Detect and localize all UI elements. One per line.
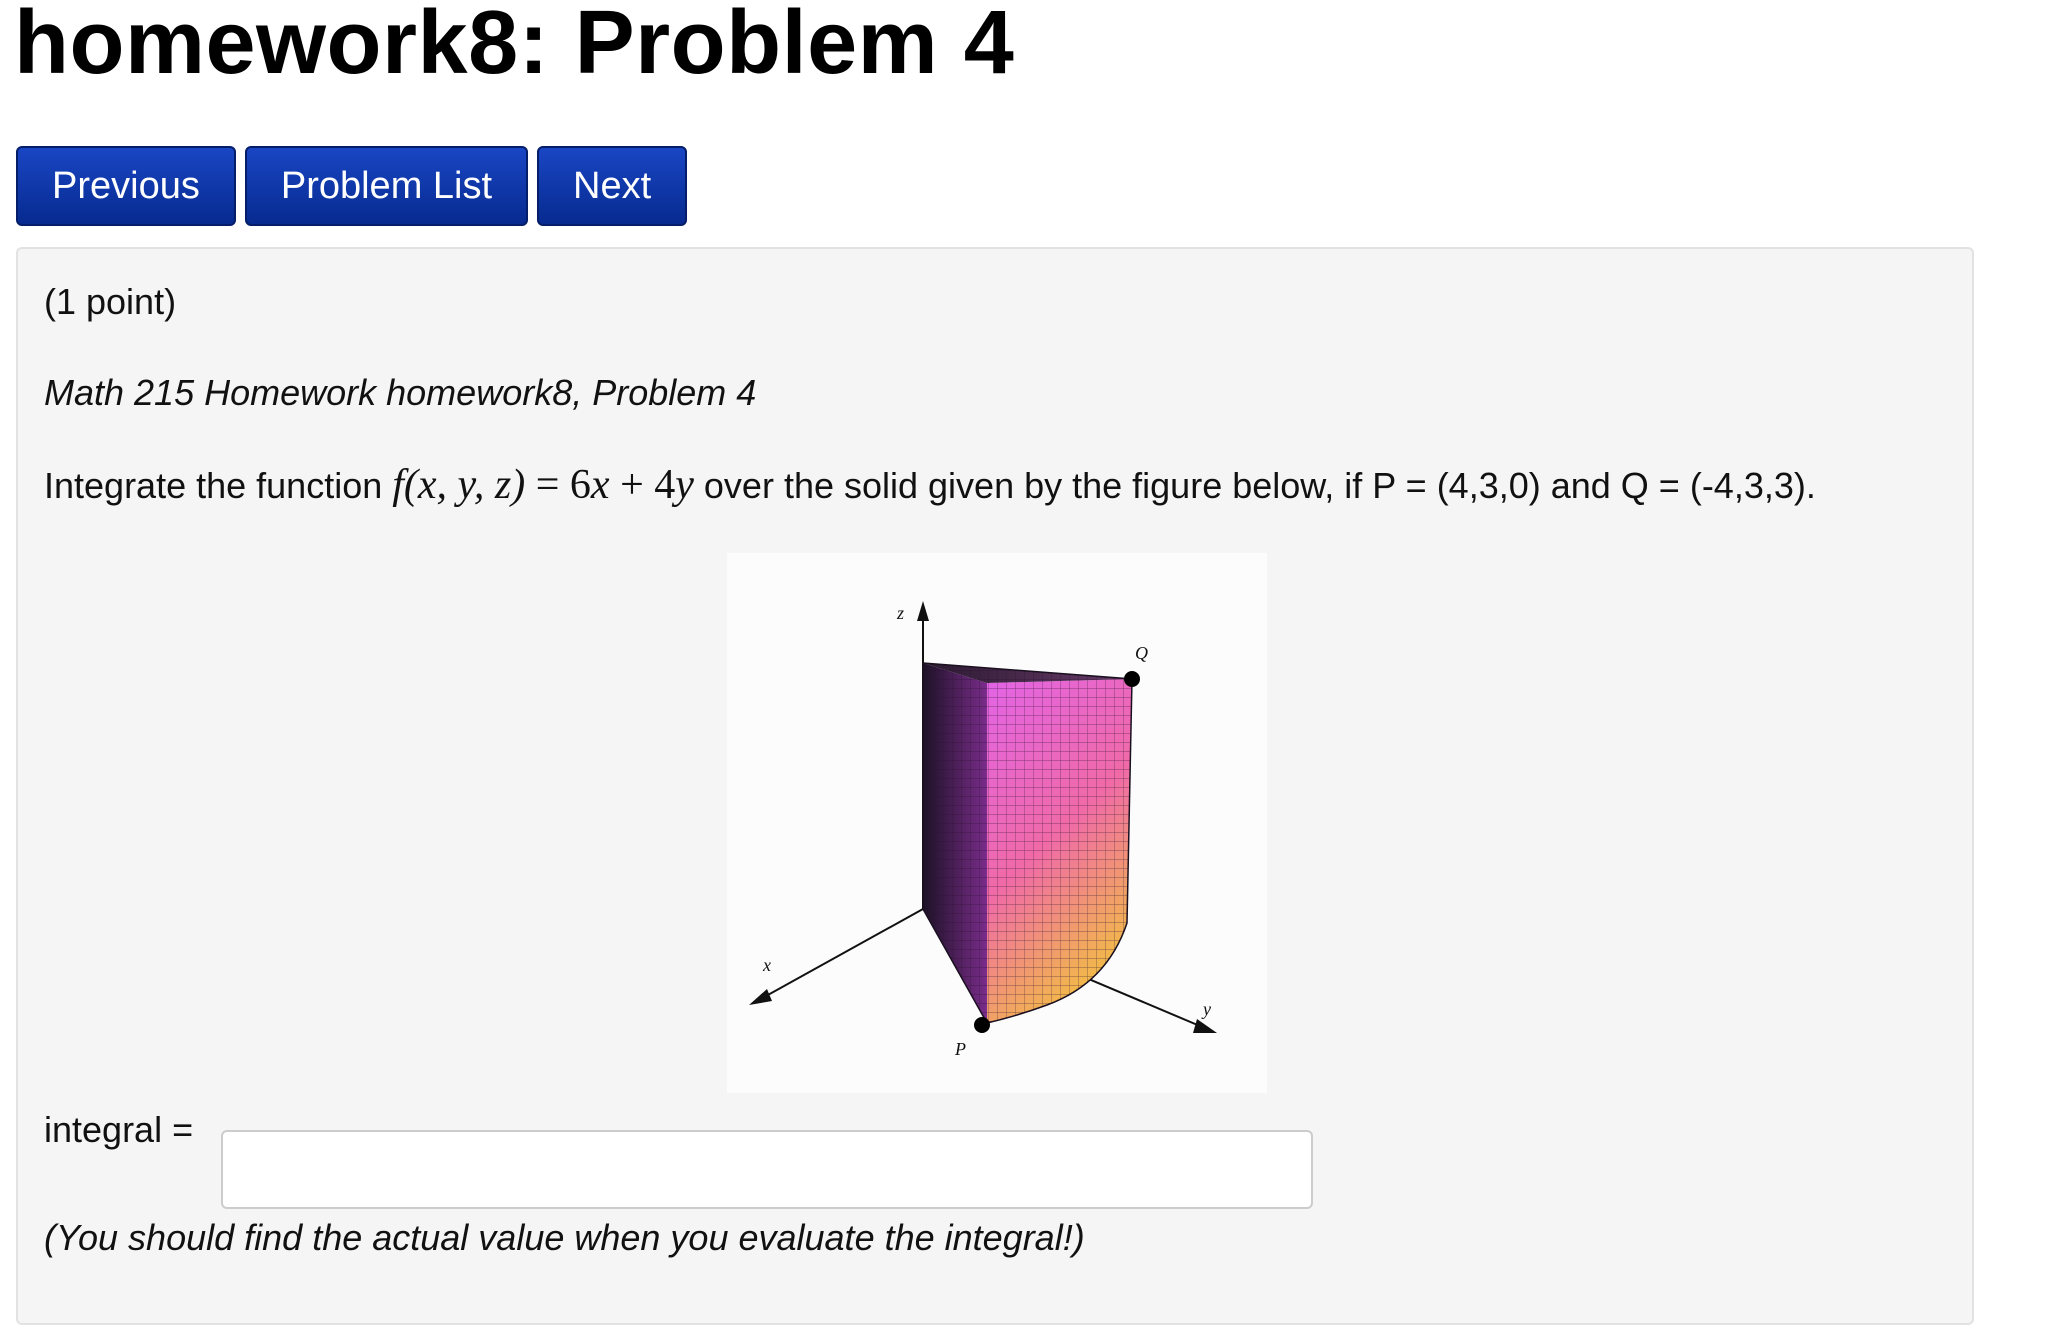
problem-list-button[interactable]: Problem List [244, 146, 529, 226]
problem-body: (1 point) Math 215 Homework homework8, P… [16, 247, 1974, 1325]
answer-hint: (You should find the actual value when y… [44, 1217, 1085, 1258]
integral-answer-input[interactable] [221, 1130, 1313, 1209]
problem-statement: Integrate the function f(x, y, z) = 6x +… [44, 461, 1816, 509]
points-label: (1 point) [44, 281, 177, 322]
course-line: Math 215 Homework homework8, Problem 4 [44, 372, 757, 413]
math-plus: + 4 [609, 462, 676, 508]
math-f: f [392, 462, 404, 508]
math-y: y [675, 462, 694, 508]
math-x: x [590, 462, 610, 508]
solid-shape [922, 662, 1133, 1024]
page-title: homework8: Problem 4 [14, 0, 1015, 93]
point-q-marker [1124, 671, 1140, 687]
point-label-p: P [954, 1039, 966, 1059]
axis-label-x: x [762, 955, 771, 975]
next-button[interactable]: Next [537, 146, 688, 226]
solid-figure: z x y Q P [727, 553, 1267, 1093]
math-eq: = 6 [525, 462, 591, 508]
answer-label: integral = [44, 1109, 194, 1150]
axis-label-y: y [1201, 999, 1211, 1019]
point-p-marker [974, 1017, 990, 1033]
solid-figure-svg: z x y Q P [749, 601, 1217, 1059]
function-expression: f(x, y, z) = 6x + 4y [392, 462, 694, 508]
math-args: (x, y, z) [403, 462, 526, 508]
problem-navigation: Previous Problem List Next [16, 146, 688, 226]
statement-after: over the solid given by the figure below… [693, 465, 1816, 506]
point-label-q: Q [1135, 643, 1148, 663]
previous-button[interactable]: Previous [16, 146, 236, 226]
statement-before: Integrate the function [44, 465, 393, 506]
axis-label-z: z [896, 603, 904, 623]
